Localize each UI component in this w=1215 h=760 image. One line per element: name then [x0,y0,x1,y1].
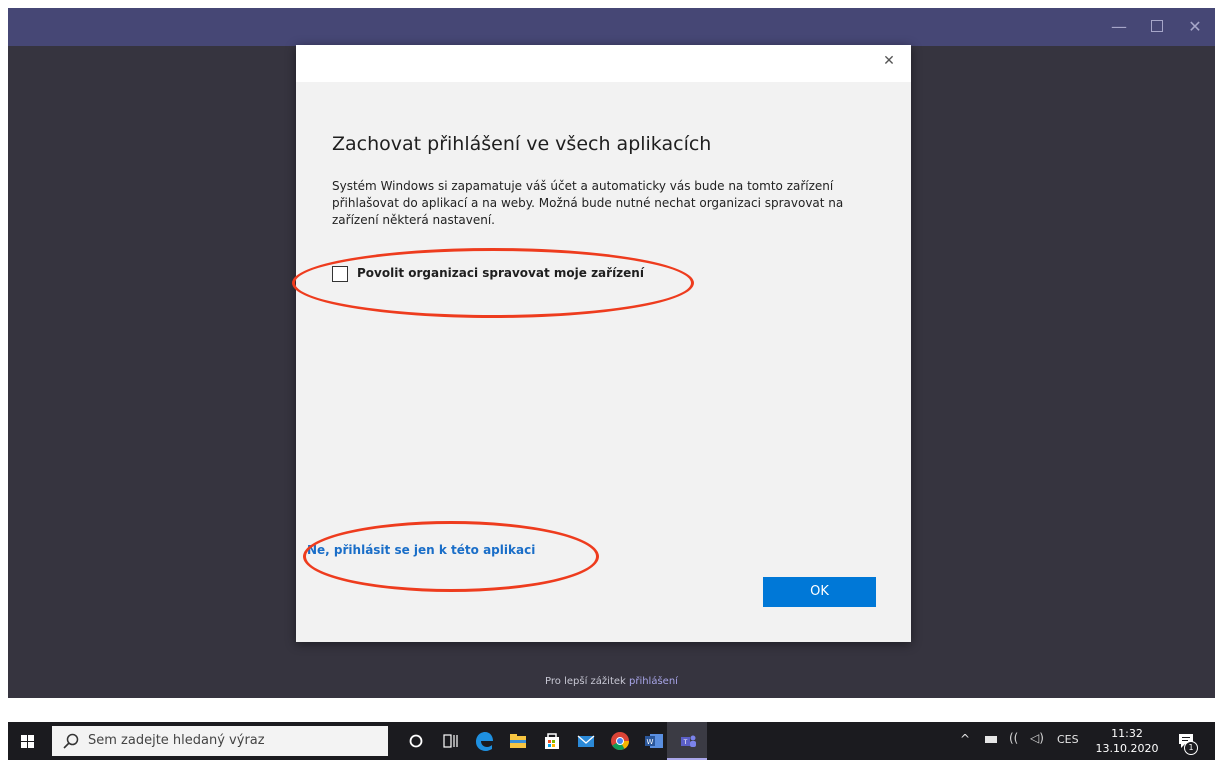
notification-count-badge: 1 [1184,741,1198,755]
edge-icon[interactable] [469,726,499,756]
footer-note: Pro lepší zážitek přihlášení [8,676,1215,687]
sign-in-this-app-only-link[interactable]: Ne, přihlásit se jen k této aplikaci [307,543,535,557]
svg-text:T: T [683,739,688,746]
allow-manage-device-checkbox[interactable] [332,266,348,282]
volume-icon[interactable]: ◁) [1030,731,1044,745]
input-language[interactable]: CES [1057,733,1079,746]
minimize-button[interactable]: — [1099,8,1139,46]
windows-logo-icon [21,735,35,748]
tray-chevron-icon[interactable]: ^ [960,732,970,746]
dialog-description: Systém Windows si zapamatuje váš účet a … [332,179,844,227]
dialog-close-button[interactable]: ✕ [879,51,899,71]
close-icon: ✕ [883,53,895,69]
close-window-button[interactable]: ✕ [1175,8,1215,46]
maximize-button[interactable] [1137,8,1177,46]
footer-text: Pro lepší zážitek [545,676,629,687]
store-icon[interactable] [537,726,567,756]
taskbar: Sem zadejte hledaný výraz W T ^ ((◁) CE… [8,722,1215,760]
start-button[interactable] [8,722,50,760]
teams-taskbar-active[interactable]: T [667,722,707,760]
clock-time: 11:32 [1111,727,1143,740]
dialog-title: Zachovat přihlášení ve všech aplikacích [332,133,712,155]
stay-signed-in-dialog: ✕ Zachovat přihlášení ve všech aplikacíc… [296,45,911,642]
title-bar: — ✕ [8,8,1215,46]
taskbar-search-box[interactable]: Sem zadejte hledaný výraz [52,726,388,756]
word-icon[interactable]: W [639,726,669,756]
maximize-icon [1151,20,1163,32]
footer-signin-link[interactable]: přihlášení [629,676,678,687]
task-view-icon[interactable] [435,726,465,756]
ok-button[interactable]: OK [763,577,876,607]
close-icon: ✕ [1188,17,1202,36]
chrome-icon[interactable] [605,726,635,756]
search-icon [63,733,79,749]
clock-date: 13.10.2020 [1095,742,1159,755]
cortana-icon[interactable] [401,726,431,756]
allow-manage-device-label[interactable]: Povolit organizaci spravovat moje zaříze… [357,266,644,280]
mail-icon[interactable] [571,726,601,756]
file-explorer-icon[interactable] [503,726,533,756]
minimize-icon: — [1111,17,1127,36]
svg-text:W: W [647,738,654,746]
dialog-header: ✕ [296,45,911,82]
battery-icon[interactable] [985,736,997,743]
clock[interactable]: 11:32 13.10.2020 [1094,726,1160,756]
teams-icon: T [681,735,696,747]
wifi-icon[interactable]: (( [1009,731,1018,745]
search-placeholder: Sem zadejte hledaný výraz [88,733,265,748]
